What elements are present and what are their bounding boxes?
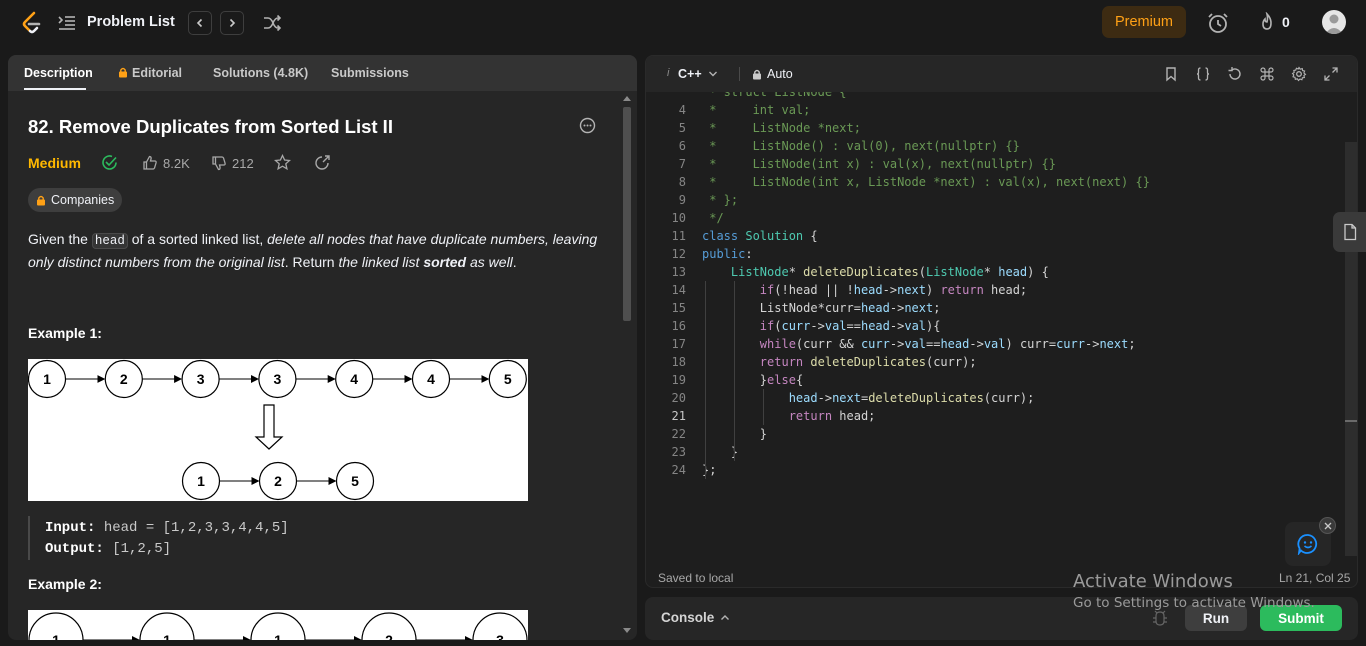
- example-2-diagram: 1 1 1 2 3: [28, 610, 528, 640]
- scroll-up-icon[interactable]: [623, 95, 631, 101]
- close-feedback-button[interactable]: [1319, 517, 1336, 534]
- gear-icon[interactable]: [1291, 66, 1307, 82]
- shuffle-icon[interactable]: [262, 13, 282, 33]
- thumbs-up-icon: [143, 155, 157, 170]
- list-node-label: 1: [197, 473, 205, 489]
- solved-check-icon: [102, 155, 117, 170]
- debug-icon[interactable]: [1151, 609, 1169, 627]
- companies-tag[interactable]: Companies: [28, 188, 123, 212]
- document-icon: [1343, 223, 1356, 241]
- difficulty-badge: Medium: [28, 155, 81, 171]
- save-status: Saved to local: [658, 571, 734, 585]
- share-icon[interactable]: [314, 154, 331, 171]
- star-icon[interactable]: [274, 154, 291, 171]
- list-node-label: 5: [504, 371, 512, 387]
- list-node-label: 1: [274, 632, 282, 640]
- active-tab-indicator: [24, 88, 86, 90]
- example-1-diagram: 1 2 3 3 4 4 5 1 2 5: [28, 359, 528, 501]
- description-panel: Description Editorial Solutions (4.8K) S…: [8, 55, 637, 640]
- like-count: 8.2K: [163, 155, 190, 171]
- tab-solutions[interactable]: Solutions (4.8K): [213, 66, 308, 80]
- example-2-label: Example 2:: [28, 576, 102, 592]
- problem-description: Given the head of a sorted linked list, …: [28, 231, 598, 270]
- chevron-right-icon: [229, 18, 236, 28]
- timer-icon[interactable]: [1206, 11, 1230, 35]
- description-tabbar: Description Editorial Solutions (4.8K) S…: [8, 55, 637, 91]
- list-node-label: 2: [385, 632, 393, 640]
- tab-editorial[interactable]: Editorial: [118, 66, 182, 80]
- thumbs-down-icon: [212, 156, 226, 171]
- code-panel: i C++ Auto * struct ListNode { 4 * int v…: [645, 55, 1358, 588]
- list-node-label: 1: [43, 371, 51, 387]
- list-node-label: 3: [496, 632, 504, 640]
- prev-problem-button[interactable]: [188, 11, 212, 35]
- editor-toolbar: i C++ Auto: [646, 56, 1357, 92]
- next-problem-button[interactable]: [220, 11, 244, 35]
- problem-list-link[interactable]: Problem List: [87, 14, 175, 30]
- list-node-label: 4: [350, 371, 358, 387]
- bookmark-icon[interactable]: [1163, 66, 1179, 82]
- language-select[interactable]: C++: [678, 67, 718, 81]
- indent-guide: [705, 281, 706, 479]
- like-button[interactable]: 8.2K: [142, 155, 190, 171]
- indent-guide: [763, 389, 764, 425]
- close-icon: [1324, 522, 1331, 529]
- streak-count: 0: [1282, 14, 1290, 30]
- notes-tab[interactable]: [1333, 212, 1366, 252]
- chevron-left-icon: [196, 18, 203, 28]
- console-toggle[interactable]: Console: [661, 610, 730, 625]
- indent-guide: [734, 281, 735, 461]
- list-node-label: 2: [120, 371, 128, 387]
- list-node-label: 4: [427, 371, 435, 387]
- problem-list-icon[interactable]: [57, 14, 77, 32]
- scrollbar-thumb[interactable]: [623, 107, 631, 321]
- list-node-label: 3: [274, 371, 282, 387]
- transform-arrow-icon: [254, 404, 284, 450]
- list-node-label: 2: [274, 473, 282, 489]
- problem-title: 82. Remove Duplicates from Sorted List I…: [28, 116, 393, 137]
- lock-icon: [753, 69, 761, 79]
- top-navbar: Problem List Premium 0: [0, 0, 1366, 46]
- lock-icon: [37, 195, 45, 205]
- leetcode-logo-icon[interactable]: [21, 11, 43, 35]
- format-code-icon[interactable]: [1195, 66, 1211, 82]
- list-node-label: 1: [52, 632, 60, 640]
- example-1-io: Input: head = [1,2,3,3,4,4,5] Output: [1…: [45, 520, 289, 557]
- chevron-down-icon: [708, 71, 717, 77]
- companies-label: Companies: [51, 193, 115, 207]
- divider: [739, 67, 740, 81]
- list-node-label: 3: [197, 371, 205, 387]
- more-options-icon[interactable]: [579, 117, 596, 134]
- scroll-down-icon[interactable]: [623, 628, 631, 634]
- info-icon: i: [667, 67, 670, 79]
- avatar[interactable]: [1322, 10, 1346, 34]
- fire-icon[interactable]: [1258, 12, 1276, 32]
- list-node-label: 1: [163, 632, 171, 640]
- reset-icon[interactable]: [1227, 66, 1243, 82]
- tab-submissions[interactable]: Submissions: [331, 66, 409, 80]
- tab-editorial-label: Editorial: [132, 66, 183, 80]
- fullscreen-icon[interactable]: [1323, 66, 1339, 82]
- inline-code: head: [91, 233, 128, 249]
- editor-scrollbar-marker: [1345, 420, 1357, 422]
- editor-scrollbar[interactable]: [1345, 142, 1357, 556]
- shortcuts-icon[interactable]: [1259, 66, 1275, 82]
- dislike-button[interactable]: 212: [211, 155, 254, 171]
- windows-activation-watermark: Activate Windows Go to Settings to activ…: [1073, 571, 1315, 611]
- dislike-count: 212: [232, 155, 254, 171]
- example-1-label: Example 1:: [28, 325, 102, 341]
- smiley-chat-icon: [1297, 534, 1318, 555]
- auto-mode-toggle[interactable]: Auto: [752, 67, 793, 81]
- lock-icon: [119, 67, 127, 78]
- premium-button[interactable]: Premium: [1102, 6, 1186, 38]
- list-node-label: 5: [351, 473, 359, 489]
- example-block-bar: [28, 516, 30, 560]
- code-editor[interactable]: * struct ListNode { 4 * int val; 5 * Lis…: [646, 92, 1357, 562]
- tab-description[interactable]: Description: [24, 66, 93, 80]
- chevron-up-icon: [721, 614, 730, 620]
